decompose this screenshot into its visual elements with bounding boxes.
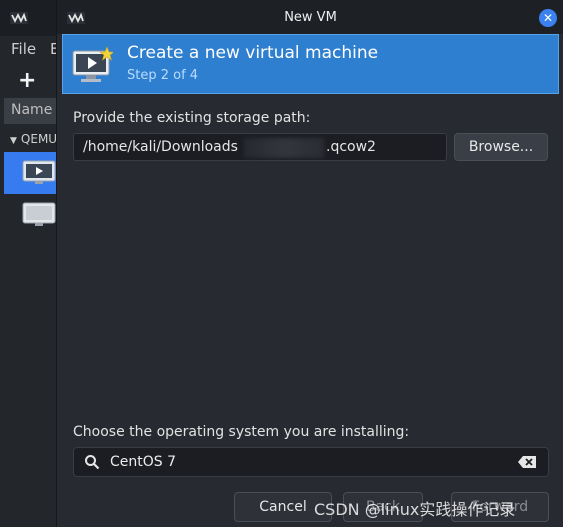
redacted-filename (244, 138, 324, 158)
browse-button[interactable]: Browse... (454, 133, 548, 161)
storage-path-input[interactable]: /home/kali/Downloads .qcow2 (73, 133, 447, 161)
virt-manager-logo-icon (10, 12, 28, 24)
banner-step: Step 2 of 4 (127, 68, 199, 83)
plus-icon[interactable]: + (18, 68, 36, 93)
column-header-name[interactable]: Name (4, 98, 56, 124)
menu-file[interactable]: File (11, 40, 36, 58)
connection-group[interactable]: ▼ QEMU (10, 132, 57, 146)
os-value: CentOS 7 (110, 454, 177, 470)
dialog-title: New VM (284, 10, 337, 25)
monitor-icon (22, 202, 56, 226)
close-icon[interactable]: ✕ (539, 9, 557, 27)
wizard-banner: Create a new virtual machine Step 2 of 4 (62, 34, 559, 94)
new-vm-dialog: New VM ✕ Create a new virtual machine St… (56, 0, 563, 527)
column-header-label: Name (11, 102, 53, 118)
new-vm-icon (72, 46, 113, 82)
vm-row-selected[interactable] (4, 152, 56, 194)
watermark-text: CSDN @linux实践操作记录 (314, 500, 516, 519)
chevron-down-icon: ▼ (10, 136, 17, 146)
vm-row[interactable] (4, 196, 56, 236)
os-search-input[interactable]: CentOS 7 (73, 447, 549, 477)
clear-icon[interactable] (518, 456, 536, 468)
connection-label: QEMU (20, 132, 58, 146)
search-icon (85, 455, 100, 470)
dialog-titlebar: New VM ✕ (57, 0, 563, 34)
main-titlebar (0, 0, 56, 36)
os-label: Choose the operating system you are inst… (73, 424, 410, 440)
storage-path-suffix: .qcow2 (326, 139, 376, 155)
monitor-icon (22, 160, 56, 184)
storage-path-label: Provide the existing storage path: (73, 110, 311, 126)
banner-title: Create a new virtual machine (127, 43, 379, 63)
storage-path-prefix: /home/kali/Downloads (83, 139, 238, 155)
